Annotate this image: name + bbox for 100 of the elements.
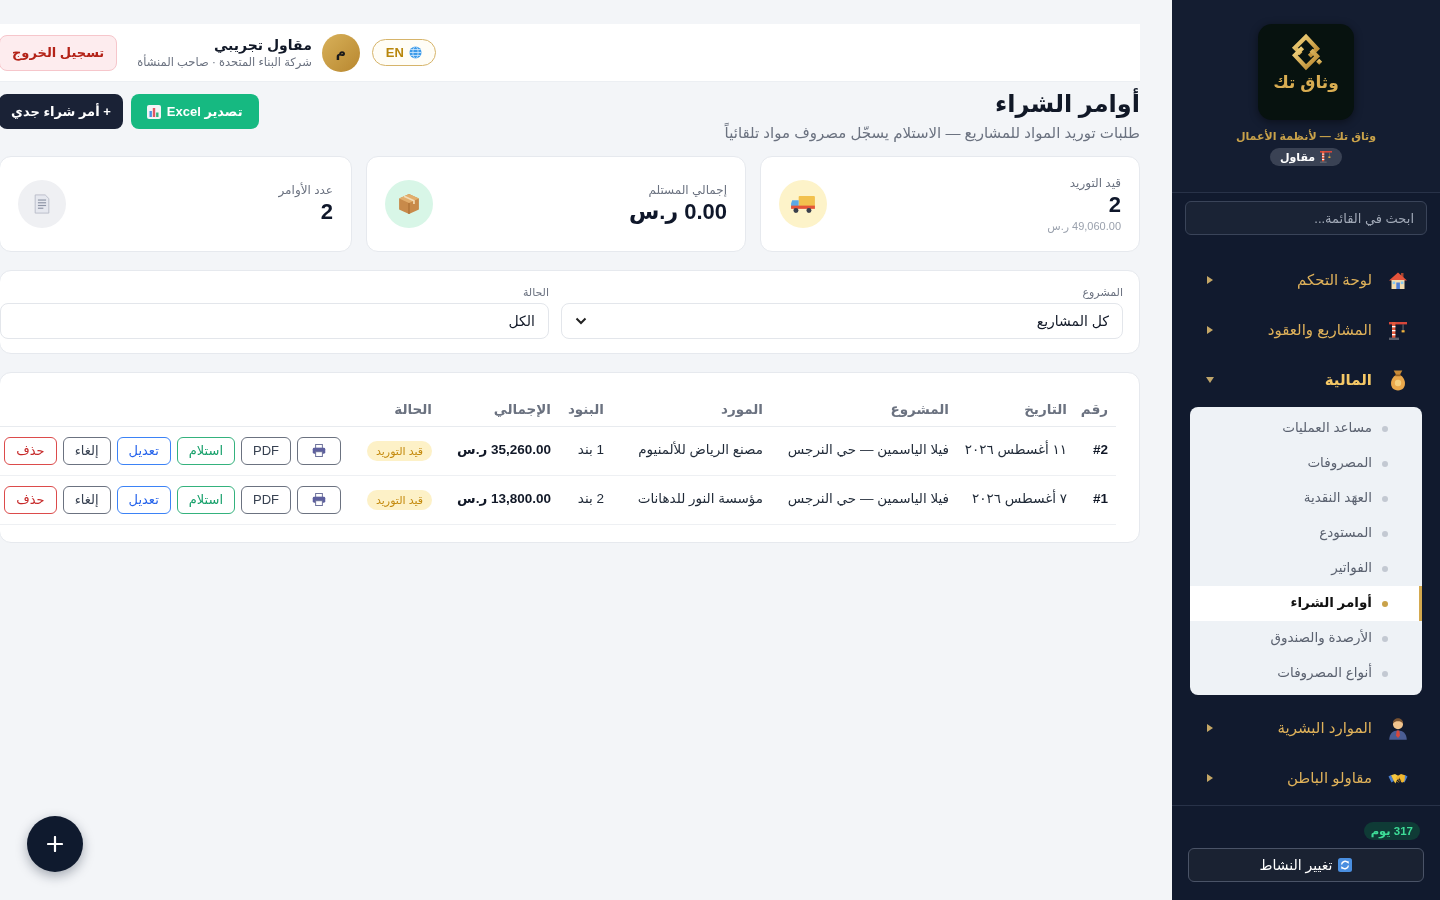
filter-label: الحالة — [521, 285, 549, 299]
cancel-button[interactable]: إلغاء — [62, 485, 111, 514]
column-header: الإجمالي — [440, 394, 559, 426]
receive-button[interactable]: استلام — [176, 436, 235, 465]
page-title: أوامر الشراء — [995, 88, 1140, 120]
caret-icon — [1206, 276, 1214, 284]
print-button[interactable] — [297, 436, 341, 465]
person-icon — [1388, 716, 1408, 740]
column-header: رقم — [1075, 394, 1116, 426]
plus-icon — [47, 836, 63, 852]
submenu-item[interactable]: المصروفات — [1190, 446, 1422, 481]
status-badge: قيد التوريد — [367, 489, 432, 510]
add-button[interactable] — [27, 816, 83, 872]
table-cell: 13,800.00 ر.س — [440, 475, 559, 524]
table-cell: فيلا الياسمين — حي النرجس — [771, 475, 957, 524]
table-cell: 35,260.00 ر.س — [440, 426, 559, 475]
stat-value: 2 — [1107, 191, 1121, 219]
print-button[interactable] — [297, 485, 341, 514]
edit-button[interactable]: تعديل — [116, 485, 171, 514]
crane-icon — [1320, 151, 1333, 163]
user-avatar: م — [321, 33, 360, 72]
edit-button[interactable]: تعديل — [116, 436, 171, 465]
chevron-icon — [575, 316, 587, 326]
caret-icon — [1206, 774, 1214, 782]
caret-icon — [1206, 326, 1214, 334]
caret-icon — [1206, 376, 1214, 384]
receive-button[interactable]: استلام — [176, 485, 235, 514]
bullet-icon — [1382, 495, 1388, 502]
new-order-button[interactable]: + أمر شراء جدي — [0, 94, 123, 129]
nav-item[interactable]: مقاولو الباطن — [1172, 753, 1440, 803]
submenu-item[interactable]: مساعد العمليات — [1190, 411, 1422, 446]
column-header: التاريخ — [957, 394, 1075, 426]
submenu-item[interactable]: أنواع المصروفات — [1190, 656, 1422, 691]
order-number: #2 — [1075, 426, 1116, 475]
bar-chart-icon — [146, 104, 161, 119]
tagline-text: وثاق تك — لأنظمة الأعمال — [1235, 128, 1377, 144]
logout-button[interactable]: تسجيل الخروج — [0, 34, 118, 71]
user-subtitle: شركة البناء المتحدة · صاحب المنشأة — [137, 54, 312, 70]
money-bag-icon — [1388, 369, 1408, 391]
filter-label: المشروع — [1081, 285, 1123, 299]
status-badge: قيد التوريد — [367, 440, 432, 461]
page-subtitle: طلبات توريد المواد للمشاريع — الاستلام يسجّل مصروف مواد تلقائياً — [724, 122, 1140, 144]
stat-label: قيد التوريد — [1068, 175, 1121, 191]
column-header: الحالة — [349, 394, 440, 426]
document-icon — [18, 180, 66, 228]
filter-select[interactable]: كل المشاريع — [561, 303, 1123, 339]
printer-icon — [312, 444, 326, 457]
submenu-item[interactable]: أوامر الشراء — [1190, 586, 1422, 621]
box-icon — [385, 180, 433, 228]
role-label: مقاول — [1279, 149, 1316, 165]
stat-note: 49,060.00 ر.س — [1047, 219, 1121, 233]
printer-icon — [312, 493, 326, 506]
crane-icon — [1388, 320, 1408, 340]
bullet-icon — [1382, 565, 1388, 572]
switch-activity-button[interactable]: تغيير النشاط — [1188, 848, 1424, 882]
nav-item[interactable]: الموارد البشرية — [1172, 703, 1440, 753]
order-number: #1 — [1075, 475, 1116, 524]
column-header: المورد — [612, 394, 771, 426]
logo-text: وثاق تك — [1273, 74, 1339, 93]
table-cell: 2 بند — [559, 475, 612, 524]
table-cell: فيلا الياسمين — حي النرجس — [771, 426, 957, 475]
submenu-item[interactable]: الأرصدة والصندوق — [1190, 621, 1422, 656]
delete-button[interactable]: حذف — [4, 485, 57, 514]
filter-select[interactable]: الكل — [0, 303, 549, 339]
caret-icon — [1206, 724, 1214, 732]
submenu-item[interactable]: العهَد النقدية — [1190, 481, 1422, 516]
days-badge: 317 يوم — [1363, 822, 1420, 840]
submenu-item[interactable]: الفواتير — [1190, 551, 1422, 586]
table-cell: ١١ أغسطس ٢٠٢٦ — [957, 426, 1075, 475]
pdf-button[interactable]: PDF — [241, 485, 291, 514]
delete-button[interactable]: حذف — [4, 436, 57, 465]
bullet-icon — [1382, 670, 1388, 677]
bullet-icon — [1382, 460, 1388, 467]
bullet-icon — [1382, 425, 1388, 432]
logo-mark-icon — [1289, 33, 1323, 71]
bullet-icon — [1382, 600, 1388, 607]
nav-item[interactable]: المالية — [1172, 355, 1440, 405]
column-header: المشروع — [771, 394, 957, 426]
column-header: البنود — [559, 394, 612, 426]
table-cell: ٧ أغسطس ٢٠٢٦ — [957, 475, 1075, 524]
house-icon — [1388, 270, 1408, 290]
table-cell: مصنع الرياض للألمنيوم — [612, 426, 771, 475]
globe-icon — [408, 46, 422, 59]
stat-label: عدد الأوامر — [278, 182, 333, 198]
pdf-button[interactable]: PDF — [241, 436, 291, 465]
truck-icon — [779, 180, 827, 228]
language-button[interactable]: EN — [371, 39, 436, 66]
stat-label: إجمالي المستلم — [647, 182, 727, 198]
table-cell: 1 بند — [559, 426, 612, 475]
bullet-icon — [1382, 530, 1388, 537]
cancel-button[interactable]: إلغاء — [62, 436, 111, 465]
nav-item[interactable]: المشاريع والعقود — [1172, 305, 1440, 355]
nav-item[interactable]: لوحة التحكم — [1172, 255, 1440, 305]
stat-value: 0.00 ر.س — [628, 198, 727, 226]
user-name: مقاول تجريبي — [213, 35, 312, 54]
handshake-icon — [1388, 772, 1408, 784]
refresh-icon — [1338, 858, 1353, 872]
submenu-item[interactable]: المستودع — [1190, 516, 1422, 551]
table-cell: مؤسسة النور للدهانات — [612, 475, 771, 524]
search-field[interactable]: ابحث في القائمة... — [1185, 201, 1427, 235]
